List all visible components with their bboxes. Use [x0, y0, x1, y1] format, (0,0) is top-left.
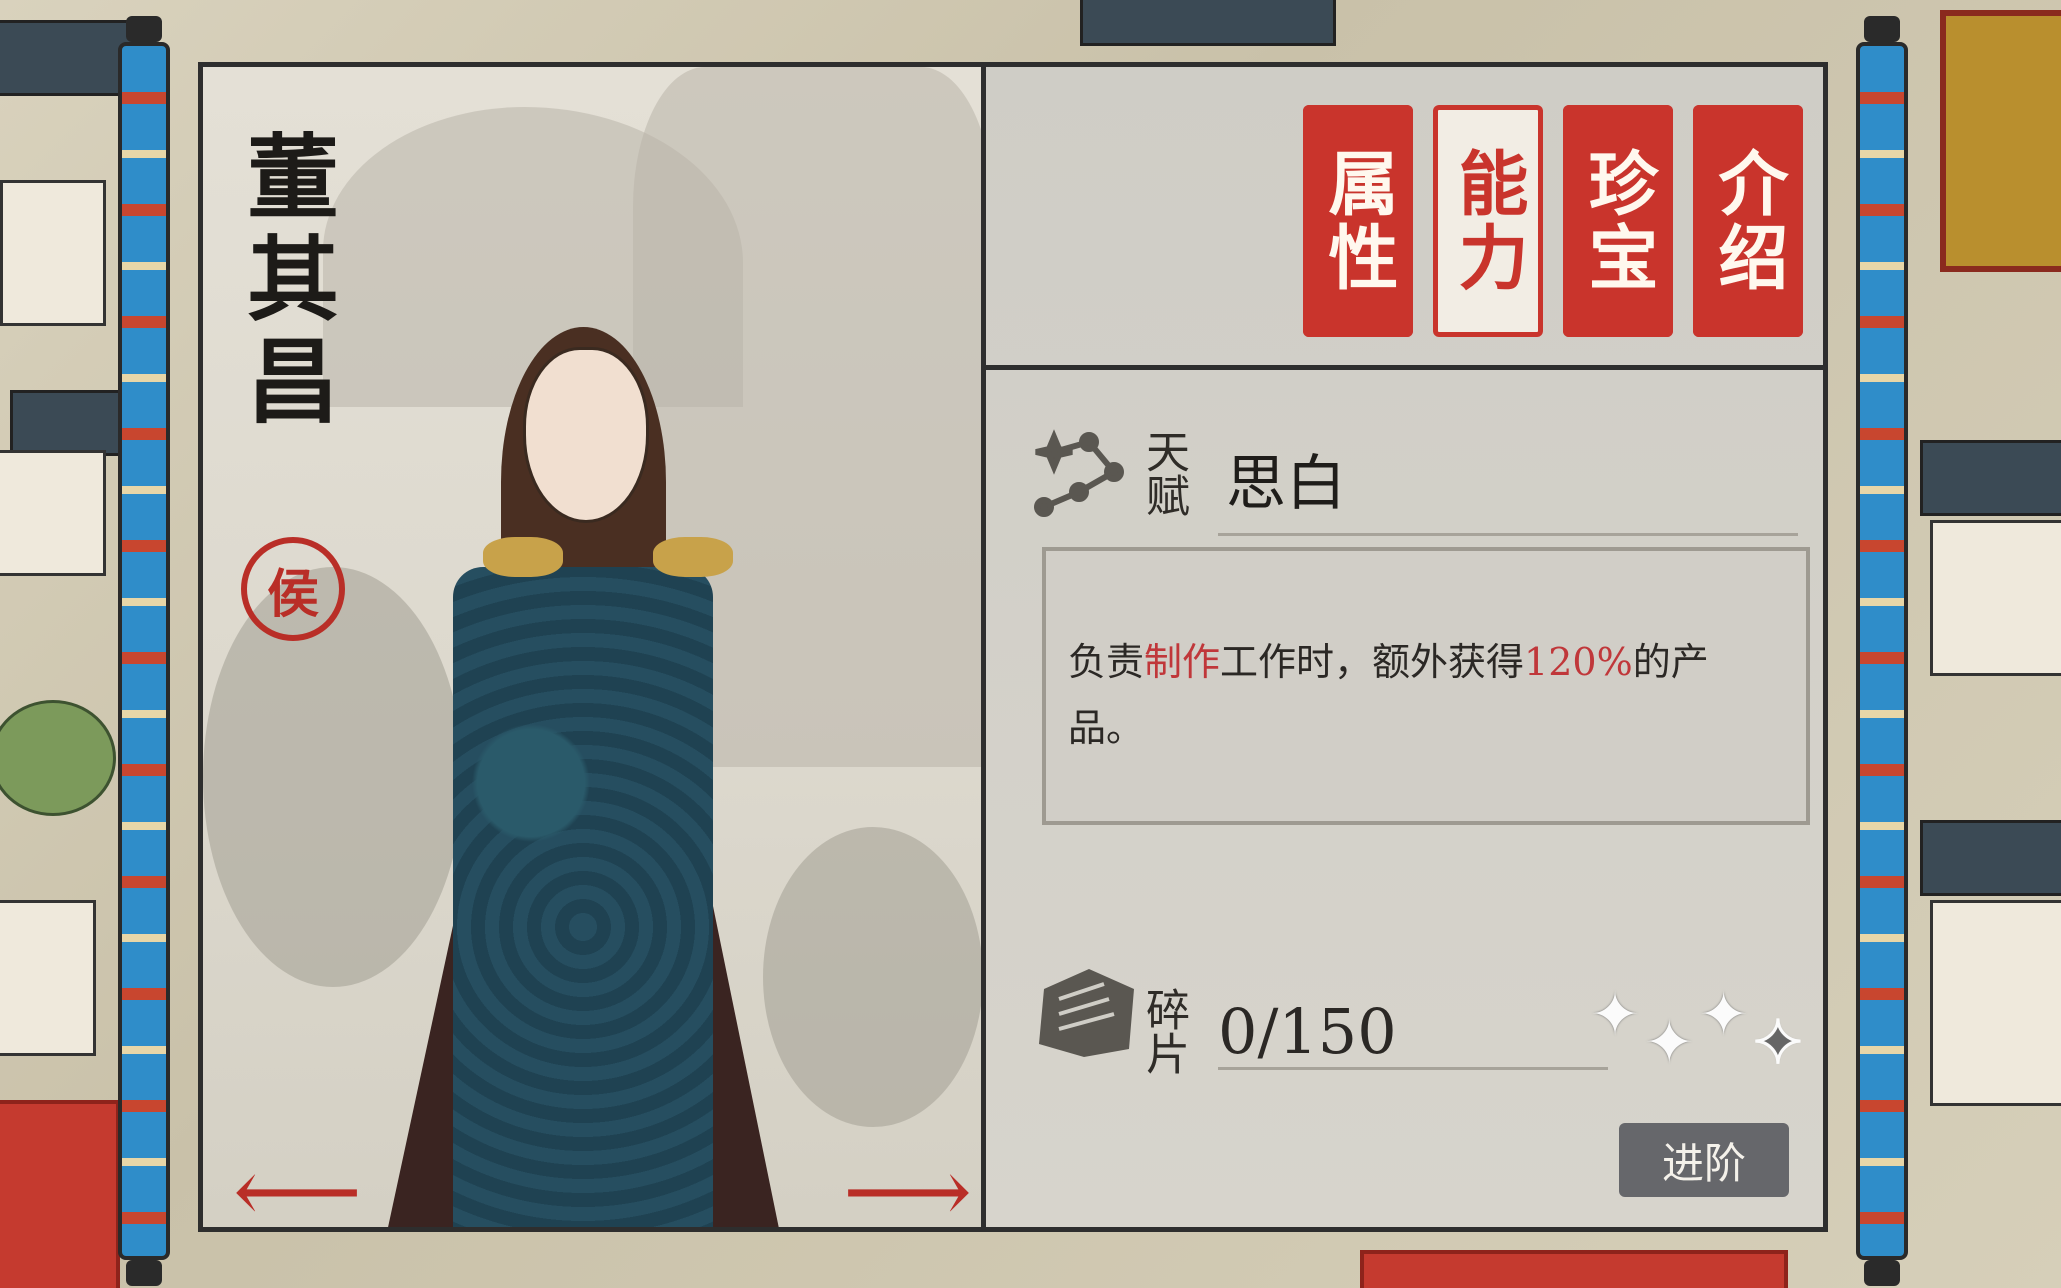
talent-description: 负责制作工作时，额外获得120%的产品。: [1042, 547, 1810, 825]
header-divider: [986, 365, 1823, 370]
character-scroll-panel: 董其昌 侯 ⟵ ⟶ 属性 能力 珍宝 介绍 天赋 思白 负责制作工作时，额外获得…: [118, 16, 1908, 1286]
left-arrow-icon[interactable]: ⟵: [233, 1147, 362, 1228]
talent-name: 思白: [1226, 449, 1346, 519]
character-portrait: [283, 267, 903, 1227]
tab-label: 介绍: [1707, 147, 1790, 295]
tab-attributes[interactable]: 属性: [1303, 105, 1413, 337]
fragment-count: 0/150: [1218, 995, 1397, 1068]
desc-highlight-percent: 120%: [1524, 640, 1633, 684]
tab-label: 能力: [1447, 147, 1530, 295]
talent-underline: [1218, 533, 1798, 536]
star-filled-icon: ✦: [1589, 980, 1641, 1050]
fragments-label: 碎片: [1138, 987, 1189, 1086]
scroll-paper: 董其昌 侯 ⟵ ⟶ 属性 能力 珍宝 介绍 天赋 思白 负责制作工作时，额外获得…: [198, 62, 1828, 1232]
talent-label-text: 天赋: [1138, 429, 1189, 517]
advance-button[interactable]: 进阶: [1619, 1123, 1789, 1197]
fragment-underline: [1218, 1067, 1608, 1070]
tab-treasures[interactable]: 珍宝: [1563, 105, 1673, 337]
tab-abilities[interactable]: 能力: [1433, 105, 1543, 337]
desc-text: 负责: [1068, 640, 1145, 684]
star-filled-icon: ✦: [1644, 1008, 1695, 1078]
tab-bar: 属性 能力 珍宝 介绍: [1303, 105, 1803, 337]
desc-highlight-work: 制作: [1144, 640, 1221, 684]
fragments-label-text: 碎片: [1138, 987, 1189, 1075]
tab-label: 珍宝: [1577, 147, 1660, 295]
talent-label: 天赋: [1138, 429, 1189, 528]
star-filled-icon: ✦: [1698, 980, 1749, 1050]
scroll-rod-left: [118, 16, 170, 1286]
scroll-rod-right: [1856, 16, 1908, 1286]
star-rating: ✦ ✦ ✦ ✦: [1589, 980, 1805, 1078]
ability-pane: 属性 能力 珍宝 介绍 天赋 思白 负责制作工作时，额外获得120%的产品。 碎…: [986, 67, 1823, 1227]
constellation-icon: [1034, 429, 1124, 517]
star-empty-icon: ✦: [1751, 1008, 1804, 1078]
portrait-pane: 董其昌 侯 ⟵ ⟶: [203, 67, 986, 1227]
desc-text: 工作时，额外获得: [1220, 640, 1525, 684]
right-arrow-icon[interactable]: ⟶: [843, 1147, 972, 1228]
tab-introduction[interactable]: 介绍: [1693, 105, 1803, 337]
fragment-pages-icon: [1039, 969, 1134, 1057]
tab-label: 属性: [1317, 147, 1400, 295]
